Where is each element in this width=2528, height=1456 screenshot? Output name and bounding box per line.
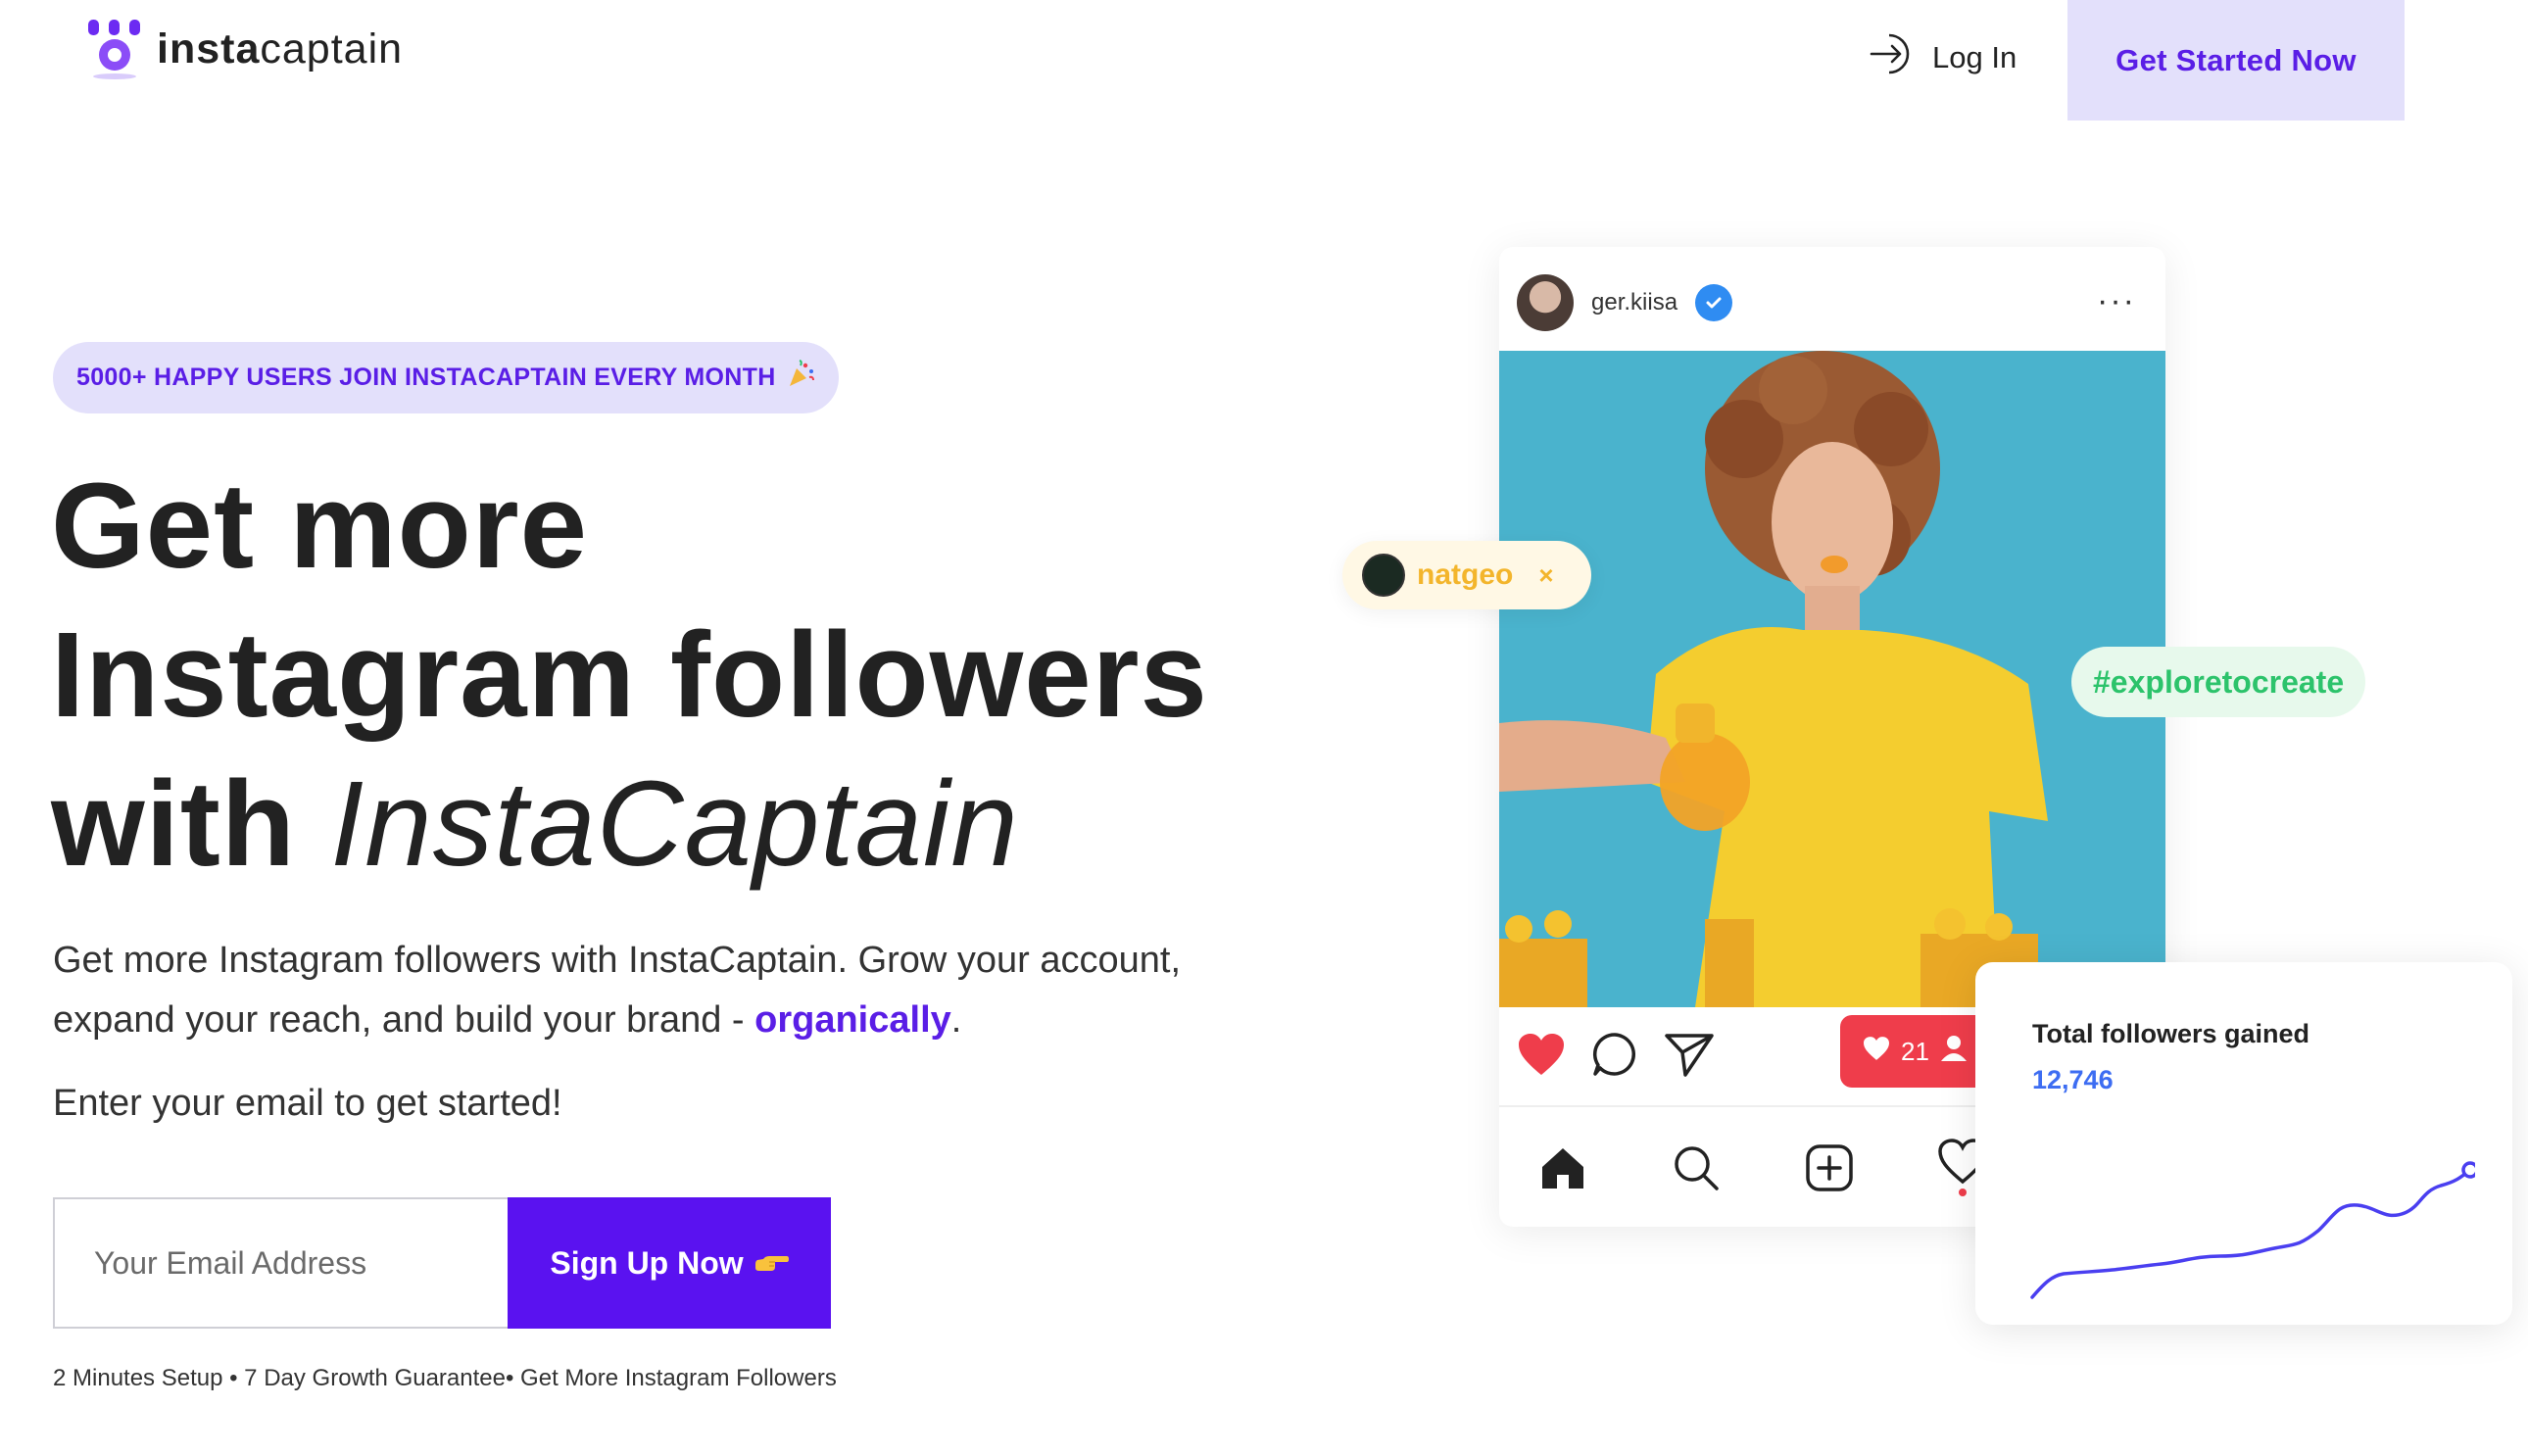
logo[interactable]: instacaptain — [86, 18, 403, 80]
heart-icon[interactable] — [1517, 1032, 1566, 1082]
more-options-icon[interactable]: ··· — [2097, 282, 2136, 320]
headline-line-3: with InstaCaptain — [51, 757, 1019, 892]
login-label: Log In — [1932, 40, 2018, 74]
hashtag-chip[interactable]: #exploretocreate — [2071, 647, 2366, 717]
close-icon[interactable]: × — [1538, 560, 1553, 591]
get-started-button[interactable]: Get Started Now — [2067, 0, 2405, 121]
sign-up-button[interactable]: Sign Up Now — [508, 1197, 831, 1329]
happy-users-badge: 5000+ HAPPY USERS JOIN INSTACAPTAIN EVER… — [53, 342, 839, 413]
organically-highlight: organically — [754, 999, 951, 1041]
stats-value: 12,746 — [2032, 1065, 2114, 1094]
natgeo-avatar-icon — [1362, 554, 1405, 597]
natgeo-label: natgeo — [1417, 558, 1514, 591]
share-icon[interactable] — [1664, 1031, 1715, 1083]
followers-stats-card: Total followers gained 12,746 — [1975, 962, 2512, 1325]
email-prompt: Enter your email to get started! — [53, 1083, 562, 1124]
badge-text: 5000+ HAPPY USERS JOIN INSTACAPTAIN EVER… — [76, 364, 776, 391]
headline-line-2: Instagram followers — [51, 608, 1208, 743]
login-button[interactable]: Log In — [1868, 29, 2017, 86]
post-header: ger.kiisa — [1517, 274, 1733, 331]
comment-icon[interactable] — [1591, 1031, 1638, 1083]
pointing-hand-icon — [754, 1245, 789, 1282]
notification-bubble: 21 — [1840, 1015, 1997, 1088]
followers-trend-sparkline — [2030, 1161, 2475, 1299]
post-username: ger.kiisa — [1591, 289, 1678, 315]
bubble-user-icon — [1939, 1034, 1969, 1070]
app-bottom-nav — [1538, 1139, 1987, 1202]
brand-italic: InstaCaptain — [330, 757, 1019, 892]
likes-count: 21 — [1901, 1036, 1929, 1066]
add-post-icon[interactable] — [1805, 1143, 1854, 1197]
party-popper-icon — [786, 360, 815, 396]
logo-text: instacaptain — [157, 24, 404, 73]
verified-badge-icon — [1695, 284, 1733, 321]
home-icon[interactable] — [1538, 1145, 1587, 1195]
avatar — [1517, 274, 1574, 331]
natgeo-tag[interactable]: natgeo × — [1342, 541, 1591, 609]
signup-footnote: 2 Minutes Setup • 7 Day Growth Guarantee… — [53, 1365, 837, 1391]
headline-line-1: Get more — [51, 460, 588, 594]
hero-subtext: Get more Instagram followers with InstaC… — [53, 940, 1182, 1041]
bubble-heart-icon — [1862, 1036, 1891, 1068]
signup-form: Sign Up Now — [53, 1197, 831, 1329]
logo-mark-icon — [86, 18, 143, 80]
login-icon — [1868, 29, 1917, 86]
stats-title: Total followers gained — [2032, 1019, 2310, 1048]
search-icon[interactable] — [1672, 1143, 1721, 1197]
email-input[interactable] — [53, 1197, 508, 1329]
hero-headline: Get more Instagram followers with InstaC… — [51, 453, 1208, 899]
post-actions — [1517, 1031, 1715, 1083]
post-photo — [1499, 351, 2165, 1007]
sign-up-label: Sign Up Now — [550, 1244, 744, 1281]
